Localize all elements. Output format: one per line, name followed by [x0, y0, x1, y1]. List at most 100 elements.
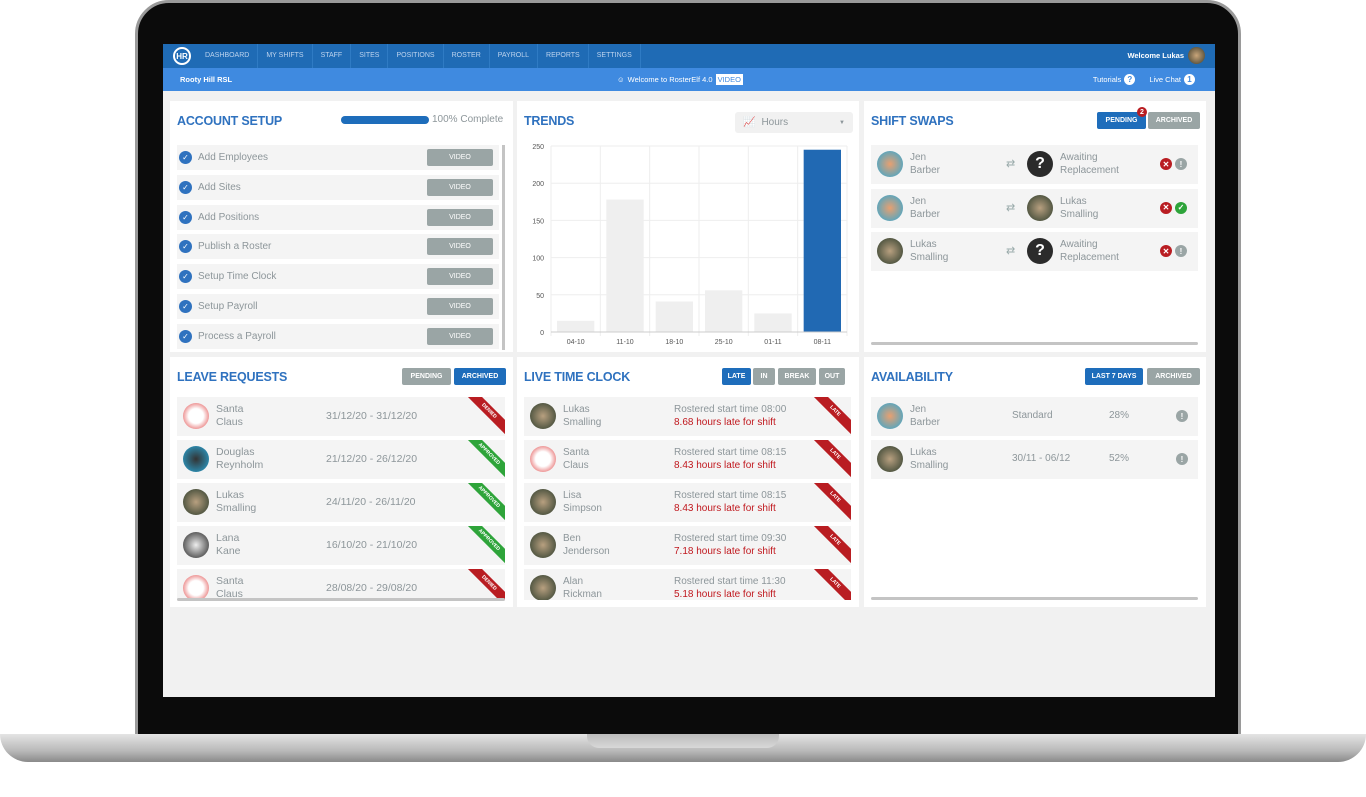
info-icon[interactable]: ! [1176, 410, 1188, 422]
avatar [530, 532, 556, 558]
leave-request-row[interactable]: Santa Claus 28/08/20 - 29/08/20 DENIED [177, 569, 505, 600]
leave-request-row[interactable]: Lukas Smalling 24/11/20 - 26/11/20 APPROVED [177, 483, 505, 522]
employee-name: Lukas Smalling [563, 403, 601, 429]
tutorials-link[interactable]: Tutorials? [1093, 74, 1136, 85]
setup-item[interactable]: ✓ Add Employees VIDEO [177, 145, 499, 170]
bar-08-11[interactable] [803, 149, 841, 332]
scrollbar[interactable] [871, 597, 1198, 600]
shift-swaps-panel: SHIFT SWAPS PENDING 2 ARCHIVED Jen Barber… [864, 101, 1206, 352]
late-ribbon: LATE [813, 526, 851, 564]
y-tick-label: 150 [532, 218, 544, 225]
nav-item-settings[interactable]: SETTINGS [589, 44, 641, 68]
ribbon-label: LATE [813, 483, 851, 521]
first-name: Lana [216, 532, 240, 544]
video-button[interactable]: VIDEO [427, 178, 493, 196]
nav-item-payroll[interactable]: PAYROLL [490, 44, 539, 68]
setup-item[interactable]: ✓ Add Positions VIDEO [177, 204, 499, 230]
scrollbar[interactable] [177, 598, 505, 601]
video-button[interactable]: VIDEO [427, 327, 493, 345]
video-button[interactable]: VIDEO [427, 298, 493, 315]
from-employee: Jen Barber [910, 195, 940, 221]
last-name: Smalling [910, 460, 949, 471]
chat-bubble-icon: 1 [1184, 74, 1195, 85]
last-name: Reynholm [216, 459, 264, 471]
nav-item-dashboard[interactable]: DASHBOARD [197, 44, 259, 68]
video-button[interactable]: VIDEO [715, 74, 743, 85]
rostered-start: Rostered start time 08:00 [674, 404, 787, 415]
nav-item-sites[interactable]: SITES [351, 44, 389, 68]
x-tick-label: 18-10 [665, 339, 683, 346]
archived-button[interactable]: ARCHIVED [1148, 112, 1200, 129]
late-ribbon: LATE [813, 569, 851, 600]
late-text: 7.18 hours late for shift [674, 546, 776, 557]
late-ribbon: LATE [813, 397, 851, 435]
availability-row[interactable]: Jen Barber Standard 28%! [871, 397, 1198, 436]
nav-item-roster[interactable]: ROSTER [444, 44, 490, 68]
leave-request-row[interactable]: Santa Claus 31/12/20 - 31/12/20 DENIED [177, 397, 505, 436]
x-tick-label: 04-10 [567, 339, 585, 346]
shift-swap-row[interactable]: Lukas Smalling ⇄? Awaiting Replacement ✕! [871, 232, 1198, 271]
video-button[interactable]: VIDEO [427, 208, 493, 226]
scrollbar[interactable] [871, 342, 1198, 345]
last-7-days-button[interactable]: LAST 7 DAYS [1085, 368, 1143, 385]
video-button[interactable]: VIDEO [427, 238, 493, 256]
ribbon-label: LATE [813, 569, 851, 600]
video-button[interactable]: VIDEO [427, 149, 493, 166]
setup-item[interactable]: ✓ Add Sites VIDEO [177, 174, 499, 200]
metric-select[interactable]: 📈 Hours ▼ [735, 112, 853, 133]
bar-04-10[interactable] [557, 320, 595, 332]
status-ribbon: DENIED [467, 397, 505, 435]
video-button[interactable]: VIDEO [427, 268, 493, 286]
setup-item-label: Add Positions [198, 211, 260, 223]
time-clock-row[interactable]: Ben Jenderson Rostered start time 09:30 7.1… [524, 526, 851, 565]
bar-11-10[interactable] [606, 199, 644, 332]
leave-request-row[interactable]: Douglas Reynholm 21/12/20 - 26/12/20 APPROV… [177, 440, 505, 479]
setup-item[interactable]: ✓ Setup Payroll VIDEO [177, 294, 499, 319]
info-icon[interactable]: ! [1176, 453, 1188, 465]
employee-name: Ben Jenderson [563, 532, 610, 558]
avatar [1027, 194, 1053, 221]
info-icon[interactable]: ! [1175, 158, 1187, 170]
live-chat-link[interactable]: Live Chat 1 [1149, 74, 1195, 85]
nav-item-reports[interactable]: REPORTS [538, 44, 589, 68]
setup-item[interactable]: ✓ Process a Payroll VIDEO [177, 323, 499, 349]
nav-item-positions[interactable]: POSITIONS [388, 44, 444, 68]
avatar [530, 403, 556, 429]
setup-item-label: Add Employees [198, 152, 269, 163]
reject-icon[interactable]: ✕ [1160, 201, 1172, 214]
first-name: Lukas [216, 489, 245, 501]
status-label: APPROVED [467, 483, 505, 521]
setup-item[interactable]: ✓ Setup Time Clock VIDEO [177, 264, 499, 290]
reject-icon[interactable]: ✕ [1160, 158, 1172, 170]
shift-swap-row[interactable]: Jen Barber ⇄ Lukas Smalling ✕ ✓ [871, 188, 1198, 228]
laptop-notch [587, 734, 779, 748]
availability-row[interactable]: Lukas Smalling 30/11 - 06/12 52%! [871, 440, 1198, 479]
rostered-start: Rostered start time 08:15 [674, 490, 787, 501]
approve-icon[interactable]: ✓ [1175, 201, 1187, 214]
bar-18-10[interactable] [655, 301, 693, 332]
time-clock-row[interactable]: Lisa Simpson Rostered start time 08:15 8.43… [524, 483, 851, 522]
shift-swap-row[interactable]: Jen Barber ⇄? Awaiting Replacement ✕! [871, 145, 1198, 184]
time-clock-row[interactable]: Alan Rickman Rostered start time 11:30 5.18… [524, 569, 851, 600]
info-icon[interactable]: ! [1175, 245, 1187, 257]
avatar [877, 403, 903, 429]
setup-item[interactable]: ✓ Publish a Roster VIDEO [177, 234, 499, 260]
leave-request-row[interactable]: Lana Kane 16/10/20 - 21/10/20 APPROVED [177, 526, 505, 565]
smiley-icon: ☺ [617, 75, 625, 84]
swap-icon: ⇄ [1006, 201, 1016, 214]
bar-01-11[interactable] [754, 313, 792, 332]
archived-button[interactable]: ARCHIVED [1147, 368, 1200, 385]
panel-title: AVAILABILITY [871, 370, 953, 384]
time-clock-row[interactable]: Santa Claus Rostered start time 08:15 8.43 … [524, 440, 851, 479]
bar-25-10[interactable] [705, 290, 743, 332]
nav-item-my-shifts[interactable]: MY SHIFTS [258, 44, 313, 68]
late-text: 5.18 hours late for shift [674, 589, 776, 600]
scrollbar[interactable] [502, 145, 505, 350]
reject-icon[interactable]: ✕ [1160, 245, 1172, 257]
chart-icon: 📈 [743, 117, 756, 128]
logo[interactable]: HR [173, 47, 191, 65]
user-menu[interactable]: Welcome Lukas [1127, 47, 1205, 64]
nav-item-staff[interactable]: STAFF [313, 44, 352, 68]
time-clock-row[interactable]: Lukas Smalling Rostered start time 08:00 8.… [524, 397, 851, 436]
first-name: Santa [216, 575, 244, 587]
